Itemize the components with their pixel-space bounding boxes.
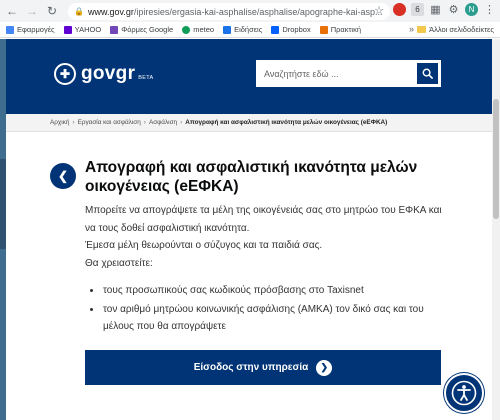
apps-grid-icon [6,25,14,34]
breadcrumb-insurance[interactable]: Ασφάλιση [149,119,177,126]
list-item: τον αριθμό μητρώου κοινωνικής ασφάλισης … [85,301,443,335]
scrollbar-thumb[interactable] [493,99,499,219]
main-content: Απογραφή και ασφαλιστική ικανότητα μελών… [85,158,443,337]
bookmark-apps[interactable]: Εφαρμογές [6,25,55,34]
back-button[interactable]: ❮ [50,163,76,189]
search-button[interactable] [417,63,438,84]
meteo-icon [182,25,191,34]
enter-service-label: Είσοδος στην υπηρεσία [193,362,309,373]
search-icon [422,68,433,79]
chevron-left-icon: ❮ [57,169,69,183]
bookmarks-more-button[interactable]: » [409,24,414,34]
list-item: τους προσωπικούς σας κωδικούς πρόσβασης … [85,282,443,299]
extension-badge[interactable]: 6 [411,3,424,16]
back-arrow-icon[interactable]: ← [4,3,20,19]
forward-arrow-icon[interactable]: → [24,3,40,19]
accessibility-button[interactable] [444,373,484,413]
google-forms-icon [110,25,119,34]
browser-toolbar: ← → ↻ ⌂ 🔒 www.gov.gr/ipiresies/ergasia-k… [0,0,500,22]
members-note: Έμεσα μέλη θεωρούνται ο σύζυγος και τα π… [85,240,323,251]
requirements-list: τους προσωπικούς σας κωδικούς πρόσβασης … [85,282,443,335]
extensions-puzzle-icon[interactable]: ▦ [429,3,442,16]
bookmark-star-icon[interactable]: ☆ [374,4,384,17]
bookmark-praktiki[interactable]: Πρακτική [319,25,361,34]
dropbox-icon [271,25,280,34]
breadcrumb-current: Απογραφή και ασφαλιστική ικανότητα μελών… [185,119,388,126]
breadcrumb-separator: › [72,119,75,126]
reload-icon[interactable]: ↻ [44,3,60,19]
breadcrumb-work-insurance[interactable]: Εργασία και ασφάλιση [78,119,141,126]
govgr-logo[interactable]: ✚ govgr BETA [54,63,153,85]
page-title: Απογραφή και ασφαλιστική ικανότητα μελών… [85,159,418,195]
breadcrumb-home[interactable]: Αρχική [50,119,69,126]
url-path: /ipiresies/ergasia-kai-asphalise/asphali… [133,6,383,17]
extension-red-icon[interactable] [393,3,406,16]
page-scrollbar[interactable] [492,39,500,420]
bookmark-yahoo[interactable]: YAHOO [63,25,101,34]
folder-icon [417,26,427,33]
bookmark-dropbox[interactable]: Dropbox [271,25,311,34]
bookmark-meteo[interactable]: meteo [182,25,214,34]
site-header: ✚ govgr BETA [6,39,492,114]
breadcrumb: Αρχική › Εργασία και ασφάλιση › Ασφάλιση… [6,114,492,132]
beta-label: BETA [138,75,154,81]
requirements-label: Θα χρειαστείτε: [85,257,153,269]
page-viewport: ✚ govgr BETA Αρχική › Εργασία και ασφάλι… [0,39,500,420]
search-input[interactable] [256,61,411,86]
logo-text: govgr [81,63,136,84]
other-bookmarks-folder[interactable]: Άλλοι σελιδοδείκτες [417,25,494,34]
bookmark-google-forms[interactable]: Φόρμες Google [110,25,173,34]
lock-icon: 🔒 [74,7,84,16]
profile-avatar[interactable]: N [465,3,478,16]
search-box [256,60,441,87]
praktiki-icon [319,25,328,34]
breadcrumb-separator: › [180,119,183,126]
kebab-menu-icon[interactable]: ⋮ [483,3,496,16]
bookmarks-bar: Εφαρμογές YAHOO Φόρμες Google meteo Ειδή… [0,22,500,38]
url-host: www.gov.gr [87,6,134,17]
greek-emblem-icon: ✚ [54,63,76,85]
breadcrumb-separator: › [143,119,146,126]
address-bar[interactable]: 🔒 www.gov.gr/ipiresies/ergasia-kai-aspha… [68,3,390,20]
news-icon [223,25,232,34]
yahoo-icon [63,25,72,34]
lead-paragraph: Μπορείτε να απογράψετε τα μέλη της οικογ… [85,205,442,234]
bookmark-news[interactable]: Ειδήσεις [223,25,262,34]
extensions-icon[interactable]: ⚙ [447,3,460,16]
chevron-right-icon: ❯ [316,359,333,376]
enter-service-button[interactable]: Είσοδος στην υπηρεσία ❯ [85,350,441,385]
accessibility-icon [451,380,477,406]
